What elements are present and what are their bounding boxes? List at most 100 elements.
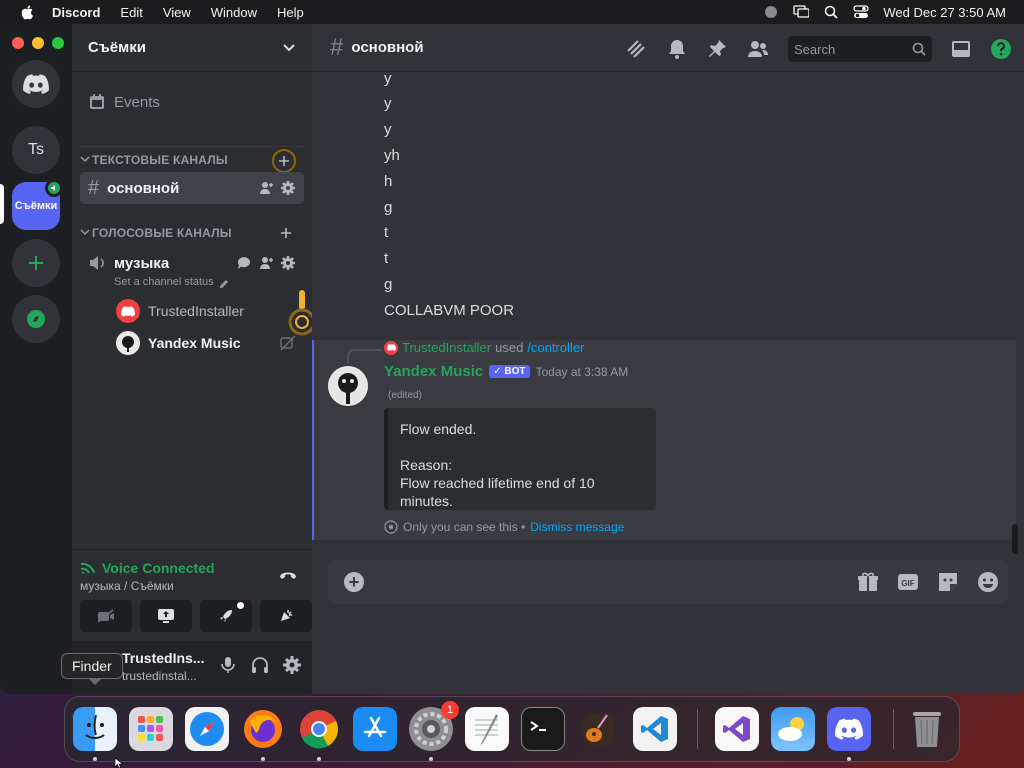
inbox-icon[interactable]	[950, 38, 972, 60]
launchpad-icon	[138, 716, 163, 741]
reply-user[interactable]: TrustedInstaller	[402, 340, 491, 355]
emoji-icon[interactable]	[976, 570, 1000, 594]
menu-window[interactable]: Window	[211, 5, 257, 20]
dock-launchpad[interactable]	[129, 707, 173, 751]
sticker-icon[interactable]	[936, 570, 960, 594]
explore-servers-button[interactable]	[12, 295, 60, 343]
channel-status[interactable]: Set a channel status	[80, 274, 304, 290]
message-embed: Flow ended. Reason: Flow reached lifetim…	[384, 408, 656, 510]
signal-icon	[80, 562, 95, 574]
direct-messages-button[interactable]	[12, 60, 60, 108]
avatar	[384, 340, 398, 355]
bot-badge: ✓ BOT	[489, 365, 530, 378]
voice-category[interactable]: ГОЛОСОВЫЕ КАНАЛЫ	[80, 224, 304, 242]
search-input[interactable]: Search	[788, 36, 932, 62]
minimize-window-button[interactable]	[32, 37, 44, 49]
apple-icon[interactable]	[20, 4, 36, 20]
scrollbar[interactable]	[1012, 524, 1018, 554]
running-indicator	[847, 757, 851, 761]
dock-terminal[interactable]	[521, 707, 565, 751]
menu-app-name[interactable]: Discord	[52, 5, 100, 20]
dock-discord[interactable]	[827, 707, 871, 751]
chat-bubble-icon[interactable]	[236, 255, 252, 271]
message-composer[interactable]: + GIF	[328, 560, 1008, 604]
message-list: y y y yh h g t t g COLLABVM POOR Trusted…	[312, 72, 1024, 552]
reply-used: used	[495, 340, 524, 355]
zoom-window-button[interactable]	[52, 37, 64, 49]
gif-icon[interactable]: GIF	[896, 570, 920, 594]
menu-view[interactable]: View	[163, 5, 191, 20]
chevron-down-icon	[80, 229, 90, 236]
dock-weather[interactable]	[771, 707, 815, 751]
screen-mirroring-icon[interactable]	[793, 4, 810, 20]
invite-icon[interactable]	[258, 180, 274, 196]
dismiss-message-link[interactable]: Dismiss message	[530, 520, 624, 534]
voice-user-yandex[interactable]: Yandex Music	[116, 329, 241, 357]
embed-line: Flow reached lifetime end of 10 minutes.	[400, 475, 595, 509]
dock-visual-studio[interactable]	[715, 707, 759, 751]
gift-icon[interactable]	[856, 570, 880, 594]
pin-icon[interactable]	[706, 38, 728, 60]
dock-textedit[interactable]	[465, 707, 509, 751]
channel-text-main[interactable]: # основной	[80, 172, 304, 204]
threads-icon[interactable]	[624, 37, 648, 61]
attach-button[interactable]: +	[344, 572, 364, 592]
gear-icon[interactable]	[282, 655, 302, 675]
help-icon[interactable]	[990, 38, 1012, 60]
headphones-icon[interactable]	[250, 655, 270, 675]
camera-off-button[interactable]	[80, 600, 132, 632]
user-name[interactable]: TrustedIns...	[122, 650, 204, 666]
reply-command[interactable]: /controller	[527, 340, 584, 355]
gear-icon[interactable]	[280, 180, 296, 196]
microphone-icon[interactable]	[218, 655, 238, 675]
menu-clock[interactable]: Wed Dec 27 3:50 AM	[883, 5, 1006, 20]
eye-icon	[384, 520, 398, 534]
events-item[interactable]: Events	[80, 86, 304, 118]
voice-status[interactable]: Voice Connected	[80, 560, 304, 576]
dock-firefox[interactable]	[241, 707, 285, 751]
notification-badge: 1	[441, 701, 459, 719]
bot-tag-label: BOT	[504, 366, 526, 377]
menu-help[interactable]: Help	[277, 5, 304, 20]
text-category-label: ТЕКСТОВЫЕ КАНАЛЫ	[92, 152, 228, 167]
message-timestamp[interactable]: Today at 3:38 AM	[536, 365, 629, 379]
activity-button[interactable]	[200, 600, 252, 632]
members-icon[interactable]	[746, 38, 770, 60]
server-active[interactable]: Съёмки	[12, 179, 63, 230]
search-icon	[912, 42, 926, 56]
dock-trash[interactable]	[905, 707, 949, 751]
disconnect-icon[interactable]	[278, 568, 298, 582]
bot-name[interactable]: Yandex Music	[384, 363, 483, 380]
control-center-icon[interactable]	[853, 4, 869, 20]
server-ts[interactable]: Ts	[12, 126, 60, 174]
gear-icon[interactable]	[280, 255, 296, 271]
channel-voice-music[interactable]: музыка	[80, 252, 304, 274]
dock-finder[interactable]	[73, 707, 117, 751]
channel-text-name: основной	[107, 179, 180, 197]
channel-actions	[258, 180, 296, 196]
record-icon[interactable]	[763, 4, 779, 20]
bell-icon[interactable]	[666, 38, 688, 60]
screen-share-button[interactable]	[140, 600, 192, 632]
voice-user-trustedinstaller[interactable]: TrustedInstaller	[116, 297, 244, 325]
invite-icon[interactable]	[258, 255, 274, 271]
dock-garageband[interactable]	[577, 707, 621, 751]
dock-app-store[interactable]	[353, 707, 397, 751]
add-server-button[interactable]	[12, 239, 60, 287]
avatar	[116, 299, 140, 323]
create-channel-button[interactable]	[272, 149, 296, 173]
dock-vscode[interactable]	[633, 707, 677, 751]
server-header[interactable]: Съёмки	[72, 24, 312, 72]
close-window-button[interactable]	[12, 37, 24, 49]
avatar[interactable]	[328, 366, 368, 406]
menu-edit[interactable]: Edit	[120, 5, 142, 20]
dock-chrome[interactable]	[297, 707, 341, 751]
dock-safari[interactable]	[185, 707, 229, 751]
voice-location[interactable]: музыка / Съёмки	[80, 579, 304, 593]
plus-icon[interactable]	[280, 227, 292, 239]
plus-icon	[29, 256, 43, 270]
soundboard-button[interactable]	[260, 600, 312, 632]
dock-system-settings[interactable]: 1	[409, 701, 459, 751]
spotlight-icon[interactable]	[823, 4, 839, 20]
text-category[interactable]: ТЕКСТОВЫЕ КАНАЛЫ	[80, 146, 304, 173]
